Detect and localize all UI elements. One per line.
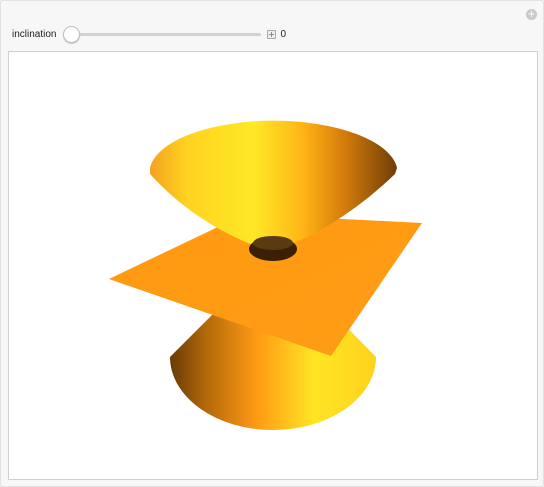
- slider-label: inclination: [12, 28, 57, 40]
- double-cone-plot: [109, 120, 422, 430]
- plus-square-icon[interactable]: [267, 29, 277, 39]
- inclination-slider[interactable]: [63, 26, 262, 43]
- manipulate-panel: + inclination 0: [0, 0, 544, 487]
- slider-track[interactable]: [67, 33, 262, 36]
- plus-circle-icon[interactable]: +: [526, 9, 537, 20]
- slider-value: 0: [280, 28, 287, 40]
- graphics-3d-area[interactable]: [8, 51, 538, 480]
- slider-thumb[interactable]: [63, 26, 81, 43]
- control-bar: inclination 0: [12, 25, 286, 43]
- apex-cap-shadow: [253, 236, 293, 250]
